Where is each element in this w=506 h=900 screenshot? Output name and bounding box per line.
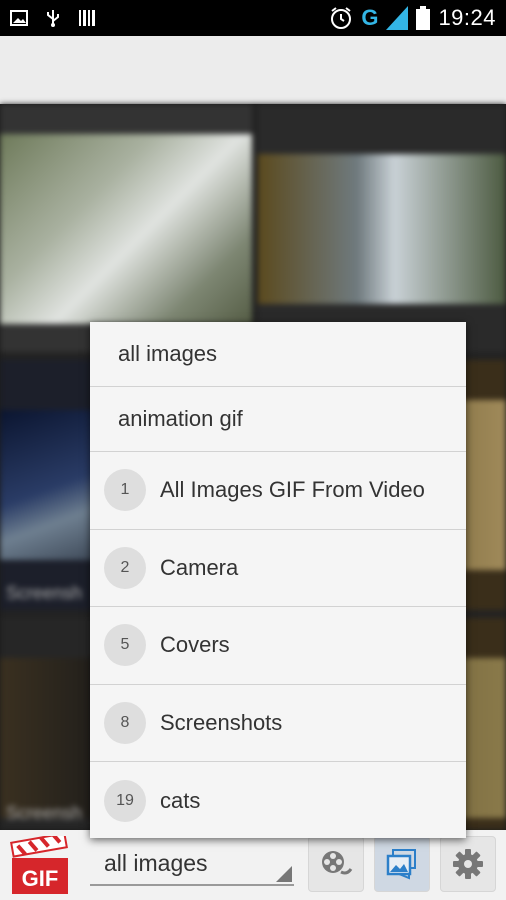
album-count-badge: 8 [104,701,146,744]
screen: G 19:24 Screensh Screensh GIF all images… [0,0,506,900]
filter-dropdown-menu: all images animation gif 1 All Images GI… [90,322,466,838]
menu-item-label: all images [118,341,218,366]
gif-logo[interactable]: GIF [10,836,70,896]
tile-label: Screensh [6,803,83,823]
filter-spinner[interactable]: all images [90,840,294,886]
action-bar [0,36,506,104]
gif-logo-text: GIF [22,866,59,891]
album-name: Covers [160,632,230,658]
signal-icon [386,6,409,30]
gear-icon [453,849,483,879]
album-count-badge: 19 [104,779,146,822]
album-item-camera[interactable]: 2 Camera [90,530,466,607]
album-item-all-images-gif-from-video[interactable]: 1 All Images GIF From Video [90,452,466,530]
image-icon [10,10,28,26]
album-item-cats[interactable]: 19 cats [90,762,466,840]
album-name: Screenshots [160,709,283,735]
battery-icon [416,6,431,30]
album-name: Camera [160,554,239,580]
gallery-icon [386,849,416,880]
album-name: cats [160,787,201,813]
album-count-badge: 5 [104,624,146,667]
album-count-badge: 1 [104,469,146,512]
album-name: All Images GIF From Video [160,477,425,503]
network-type: G [361,5,379,30]
album-item-covers[interactable]: 5 Covers [90,607,466,685]
video-reel-icon [322,851,353,875]
gallery-tile[interactable] [258,104,506,352]
gallery-button[interactable] [374,836,430,892]
settings-button[interactable] [440,836,496,892]
alarm-icon [331,7,352,29]
album-item-screenshots[interactable]: 8 Screenshots [90,685,466,762]
tile-label: Screensh [6,583,83,603]
barcode-icon [79,10,95,26]
menu-item-label: animation gif [118,406,243,431]
video-button[interactable] [308,836,364,892]
spinner-arrow-icon [276,866,292,882]
spinner-selected-value: all images [104,850,208,876]
status-bar: G 19:24 [0,0,506,36]
bottom-toolbar: GIF all images [0,830,506,900]
album-count-badge: 2 [104,546,146,589]
usb-icon [47,10,59,27]
menu-item-animation-gif[interactable]: animation gif [90,387,466,452]
menu-item-all-images[interactable]: all images [90,322,466,387]
clock: 19:24 [438,5,496,30]
gallery-tile[interactable] [0,104,252,352]
